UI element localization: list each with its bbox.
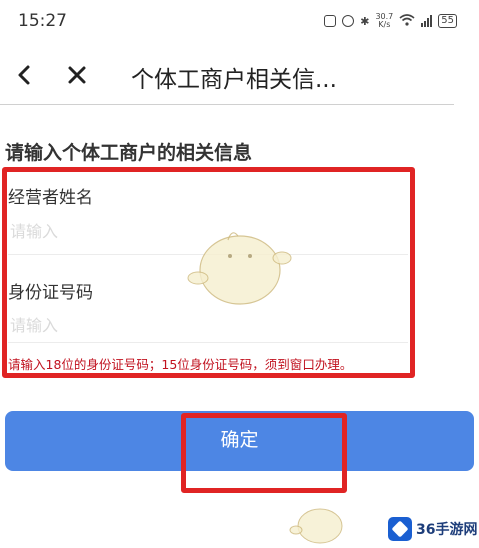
net-speed: 30.7 K/s bbox=[375, 13, 393, 29]
nfc-icon bbox=[324, 15, 337, 27]
site-logo: 36手游网 bbox=[388, 517, 477, 541]
status-bar: 15:27 ✱ 30.7 K/s 55 bbox=[0, 0, 479, 44]
logo-text: 36手游网 bbox=[416, 522, 478, 538]
watermark-mascot-small-icon bbox=[289, 508, 343, 544]
status-icons: ✱ 30.7 K/s 55 bbox=[324, 13, 457, 29]
annotation-box-button bbox=[181, 413, 347, 493]
section-title: 请输入个体工商户的相关信息 bbox=[5, 142, 253, 164]
page-title: 个体工商户相关信... bbox=[131, 67, 337, 93]
watermark-mascot-icon bbox=[187, 232, 292, 305]
wifi-icon bbox=[399, 13, 415, 29]
battery-icon: 55 bbox=[438, 14, 457, 28]
chevron-left-icon[interactable] bbox=[13, 64, 35, 86]
nav-divider bbox=[0, 104, 454, 105]
logo-cube-icon bbox=[388, 517, 412, 541]
close-icon[interactable] bbox=[66, 64, 88, 86]
status-time: 15:27 bbox=[18, 11, 67, 31]
bluetooth-icon: ✱ bbox=[360, 14, 370, 28]
signal-icon bbox=[421, 15, 433, 27]
alarm-icon bbox=[342, 15, 355, 27]
nav-bar: 个体工商户相关信... bbox=[0, 48, 479, 104]
net-speed-unit: K/s bbox=[378, 20, 391, 29]
